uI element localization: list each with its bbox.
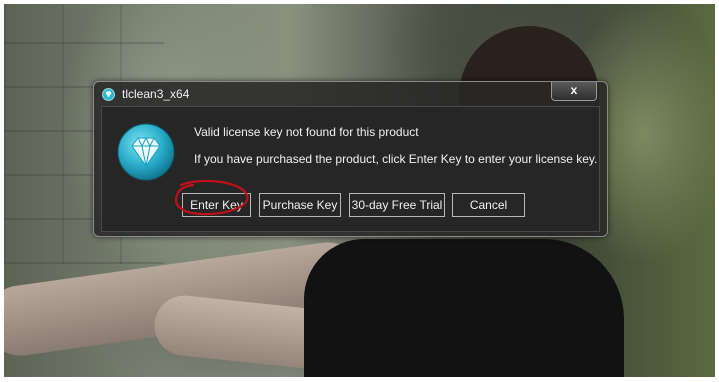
dialog-titlebar[interactable]: tlclean3_x64 x	[94, 82, 607, 106]
wallpaper-figure-dress	[304, 239, 624, 377]
diamond-icon	[102, 88, 115, 101]
message-secondary: If you have purchased the product, click…	[194, 152, 598, 166]
message-primary: Valid license key not found for this pro…	[194, 125, 419, 139]
free-trial-button[interactable]: 30-day Free Trial	[349, 193, 445, 217]
purchase-key-button[interactable]: Purchase Key	[259, 193, 341, 217]
cancel-button[interactable]: Cancel	[452, 193, 525, 217]
close-icon: x	[570, 83, 578, 97]
dialog-content: Valid license key not found for this pro…	[101, 106, 600, 232]
enter-key-button[interactable]: Enter Key	[182, 193, 251, 217]
diamond-logo-icon	[116, 122, 176, 182]
dialog-title: tlclean3_x64	[122, 87, 190, 101]
license-dialog: tlclean3_x64 x Valid license key not fou…	[93, 81, 608, 237]
close-button[interactable]: x	[551, 82, 597, 101]
